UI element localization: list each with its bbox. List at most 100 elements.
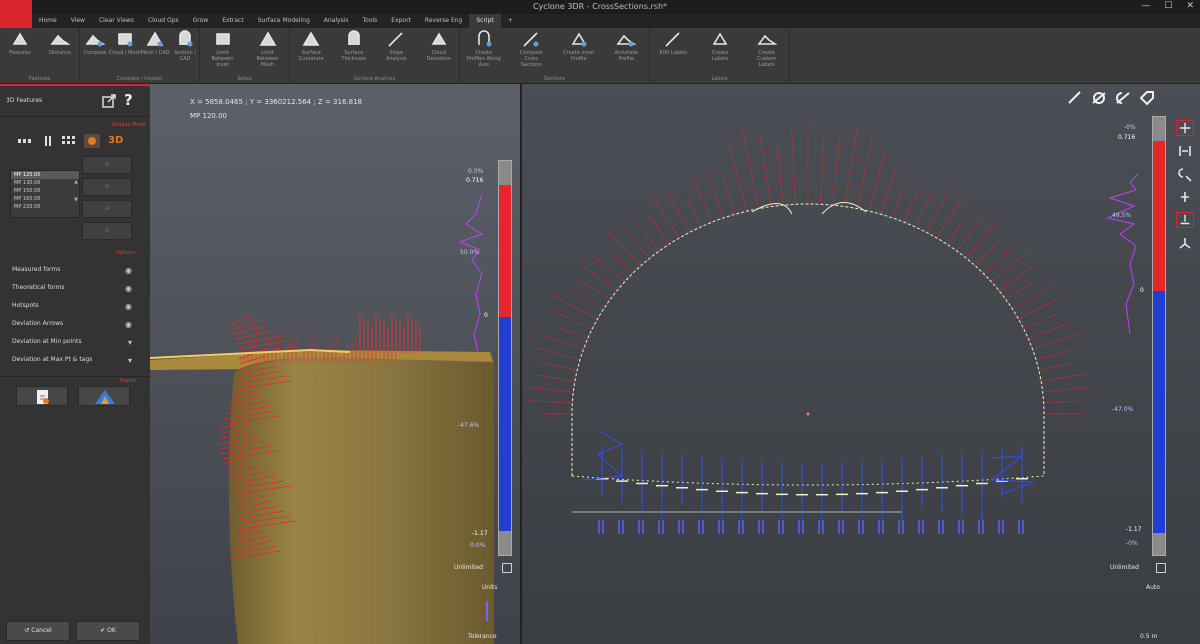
export-icon[interactable] <box>102 94 116 108</box>
square-button-2[interactable]: ⊕ <box>82 178 132 196</box>
ribbon-button-4-2[interactable]: Create Inner Profile <box>562 30 596 70</box>
ruler-icon[interactable] <box>1066 90 1084 106</box>
cross-section-viewport[interactable]: -0% 0.716 49.5% 0 -47.0% -1.17 -0% Unlim… <box>522 84 1200 644</box>
option-row[interactable]: Deviation Arrows ◉ <box>12 320 132 330</box>
report-document-button[interactable] <box>16 386 68 406</box>
ribbon-button-3-1[interactable]: Surface Thickness <box>337 30 371 70</box>
tab-10[interactable]: Reverse Eng <box>418 14 469 28</box>
measure-point-item[interactable]: MP 130.00 <box>11 179 79 187</box>
fit-icon[interactable] <box>1176 143 1194 159</box>
tab-3[interactable]: Cloud Ops <box>141 14 186 28</box>
measure-point-item[interactable]: MP 150.00 <box>11 187 79 195</box>
scale-top-value: 0.716 <box>1118 134 1136 141</box>
close-button[interactable]: ✕ <box>1186 1 1194 11</box>
eye-icon[interactable]: ◉ <box>125 302 132 311</box>
deviation-color-scale[interactable] <box>498 160 512 556</box>
hide-icon[interactable] <box>1090 90 1108 106</box>
ribbon-button-5-0[interactable]: Edit Labels <box>656 30 690 70</box>
ribbon-group-label: Compare / Inspect <box>116 76 163 82</box>
tab-5[interactable]: Extract <box>215 14 251 28</box>
ribbon-button-3-3[interactable]: Cloud Deviation <box>422 30 456 70</box>
eye-icon[interactable]: ◉ <box>125 266 132 275</box>
option-row[interactable]: Measured forms ◉ <box>12 266 132 276</box>
measure-point-item[interactable]: MP 220.00 <box>11 203 79 211</box>
unlimited-checkbox[interactable] <box>502 563 512 573</box>
option-row[interactable]: Deviation at Min points ▾ <box>12 338 132 348</box>
pin-icon[interactable]: ▾ <box>128 356 132 365</box>
label-icon[interactable] <box>1138 90 1156 106</box>
ribbon-button-4-0[interactable]: Create Profiles Along Axis <box>467 30 501 70</box>
ribbon-button-0-1[interactable]: Distance <box>43 30 77 70</box>
ribbon-tool-icon <box>146 31 164 47</box>
ribbon-button-1-3[interactable]: Section / CAD <box>168 30 202 70</box>
tolerance-label: Tolerance <box>468 633 497 640</box>
report-chart-button[interactable] <box>78 386 130 406</box>
help-button[interactable]: ? <box>124 91 133 109</box>
negative-range <box>499 317 511 531</box>
ribbon-button-4-1[interactable]: Compare Cross Sections <box>514 30 548 70</box>
tab-11[interactable]: Script <box>469 14 501 28</box>
ribbon-button-0-0[interactable]: Features <box>3 30 37 70</box>
square-button-1[interactable]: ⊕ <box>82 156 132 174</box>
square-button-4[interactable]: ⊕ <box>82 222 132 240</box>
ribbon-button-label: Cloud Deviation <box>426 50 451 62</box>
ribbon-button-3-2[interactable]: Slope Analysis <box>379 30 413 70</box>
ribbon-button-2-1[interactable]: Limit Between Mesh <box>251 30 285 70</box>
measure-point-list[interactable]: MP 120.00 MP 130.00 MP 150.00 MP 160.00 MP 2… <box>10 170 80 218</box>
units-label: Auto <box>1146 584 1160 591</box>
tab-9[interactable]: Export <box>384 14 418 28</box>
unlimited-checkbox[interactable] <box>1156 563 1166 573</box>
station-labels <box>598 520 1024 534</box>
eye-icon[interactable]: ◉ <box>125 320 132 329</box>
tab-4[interactable]: Grow <box>186 14 216 28</box>
ribbon-button-2-0[interactable]: Limit Between Inset <box>206 30 240 70</box>
maximize-button[interactable]: ☐ <box>1164 1 1172 11</box>
column-view-icon[interactable] <box>40 134 56 148</box>
tab-2[interactable]: Clear Views <box>92 14 141 28</box>
ribbon-tool-icon <box>85 34 105 47</box>
3d-viewport[interactable]: X = 5858.0465 ; Y = 3360212.564 ; Z = 31… <box>150 84 520 644</box>
grid-view-icon[interactable] <box>60 134 76 148</box>
tab-1[interactable]: View <box>64 14 92 28</box>
scale-bottom-percent: -0% <box>1126 540 1138 547</box>
option-row[interactable]: Hotspots ◉ <box>12 302 132 312</box>
ribbon-group-label: Labels <box>711 76 728 82</box>
deviation-color-scale[interactable] <box>1152 116 1166 556</box>
cancel-button[interactable]: ↺ Cancel <box>6 621 70 641</box>
minimize-button[interactable]: — <box>1141 1 1150 11</box>
ribbon-button-5-2[interactable]: Create Custom Labels <box>750 30 784 70</box>
zoom-icon[interactable] <box>1176 166 1194 182</box>
eye-icon[interactable]: ◉ <box>125 284 132 293</box>
section-view-icon[interactable] <box>84 134 100 148</box>
list-scrollbar[interactable]: ▲ ▼ <box>74 173 78 209</box>
tab-7[interactable]: Analysis <box>317 14 356 28</box>
option-row[interactable]: Theoretical forms ◉ <box>12 284 132 294</box>
ribbon-button-4-3[interactable]: Annotate Profile <box>609 30 643 70</box>
move-icon[interactable] <box>1176 120 1194 136</box>
ok-button[interactable]: ✔ OK <box>76 621 140 641</box>
ribbon-button-1-2[interactable]: Mesh / CAD <box>138 30 172 70</box>
measure-point-item[interactable]: MP 120.00 <box>11 171 79 179</box>
square-button-3[interactable]: ⊕ <box>82 200 132 218</box>
tab-0[interactable]: Home <box>32 14 64 28</box>
ribbon-button-5-1[interactable]: Create Labels <box>703 30 737 70</box>
ribbon-button-1-1[interactable]: Cloud / Mesh <box>108 30 142 70</box>
tab-12[interactable]: + <box>501 14 520 28</box>
ribbon-button-3-0[interactable]: Surface Curvature <box>294 30 328 70</box>
axis-icon[interactable] <box>1176 235 1194 251</box>
ribbon-button-label: Surface Curvature <box>298 50 324 62</box>
measure-point-item[interactable]: MP 160.00 <box>11 195 79 203</box>
list-view-icon[interactable] <box>16 134 32 148</box>
ribbon-button-1-0[interactable]: Compare <box>78 30 112 70</box>
3d-view-button[interactable]: 3D <box>108 135 123 146</box>
tab-6[interactable]: Surface Modeling <box>251 14 317 28</box>
ribbon-tool-icon <box>665 32 680 47</box>
hide-point-icon[interactable] <box>1114 90 1132 106</box>
tab-8[interactable]: Tools <box>356 14 385 28</box>
cut-icon[interactable] <box>1176 212 1194 228</box>
center-icon[interactable] <box>1176 189 1194 205</box>
pin-icon[interactable]: ▾ <box>128 338 132 347</box>
option-row[interactable]: Deviation at Max Pt & tags ▾ <box>12 356 132 366</box>
positive-range <box>1153 141 1165 291</box>
app-menu-button[interactable] <box>0 0 32 28</box>
